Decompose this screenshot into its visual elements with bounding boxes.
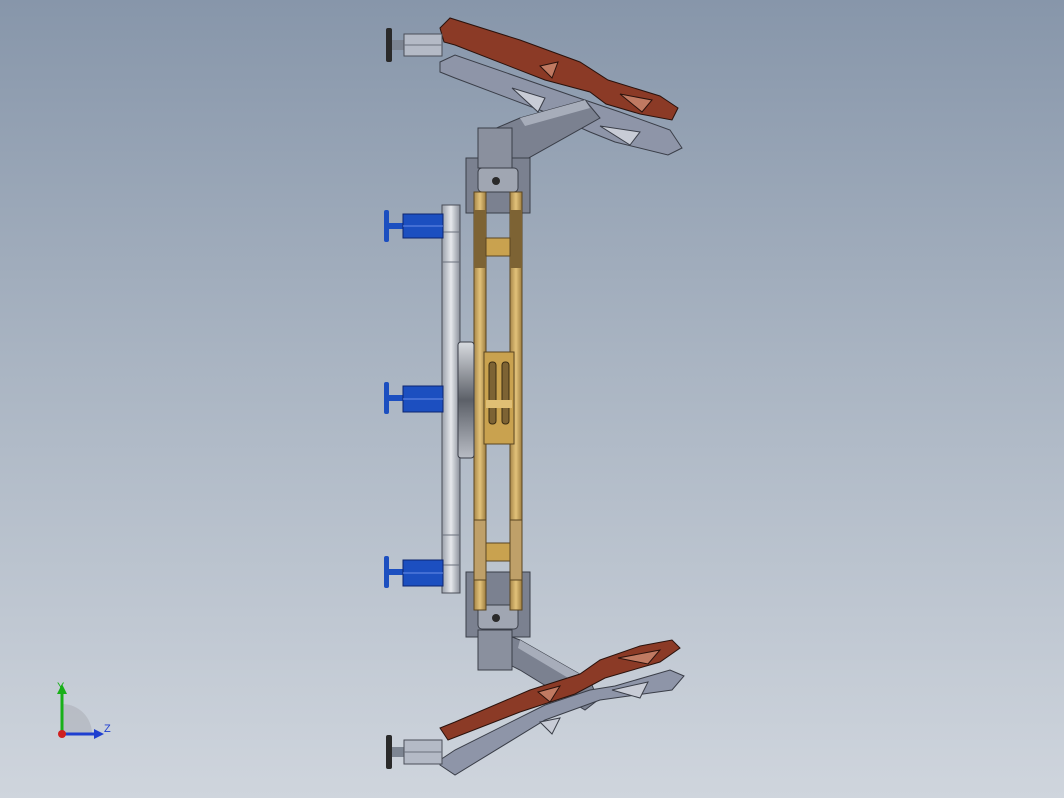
y-axis-label: Y	[57, 681, 65, 693]
mounting-plate[interactable]	[441, 204, 475, 594]
bottom-arm-assembly[interactable]	[386, 624, 685, 776]
z-axis-label: Z	[104, 723, 111, 735]
actuator-top[interactable]	[384, 210, 444, 242]
orientation-triad: Y Z	[57, 681, 111, 739]
top-stud-plate	[386, 28, 392, 62]
bottom-stud-plate	[386, 735, 392, 769]
hub-disc[interactable]	[457, 341, 475, 459]
graphics-viewport[interactable]: Y Z	[0, 0, 1064, 798]
actuator-middle[interactable]	[384, 382, 444, 414]
assembly-model[interactable]	[0, 0, 1064, 798]
top-arm-assembly[interactable]	[386, 17, 683, 173]
actuator-bottom[interactable]	[384, 556, 444, 588]
center-frame[interactable]	[473, 191, 523, 611]
